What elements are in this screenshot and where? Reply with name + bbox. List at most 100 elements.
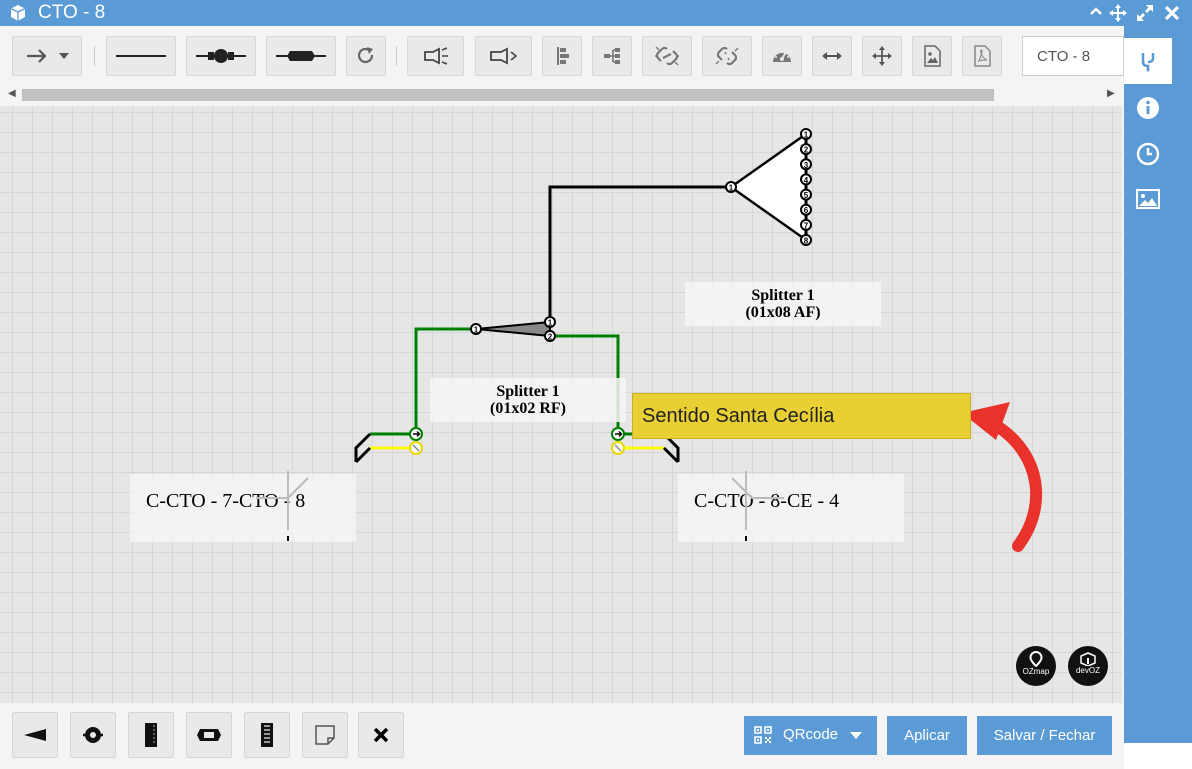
connector-tool-button[interactable] [266, 36, 336, 76]
maximize-icon[interactable] [1135, 3, 1155, 23]
delete-element-button[interactable] [358, 712, 404, 758]
horizontal-arrows-icon [822, 52, 842, 60]
cable-left-end[interactable] [354, 432, 372, 464]
map-pin-icon [1029, 650, 1043, 668]
cable-tool-icon [143, 723, 159, 747]
splitter-af-output-number: 6 [804, 206, 809, 215]
splitter-af-output-number: 4 [804, 176, 809, 185]
info-icon[interactable] [1136, 96, 1160, 120]
speedometer-button[interactable] [762, 36, 802, 76]
cable-left-stub-icon [256, 471, 309, 541]
power-meter-button[interactable] [475, 36, 532, 76]
link-button[interactable] [642, 36, 692, 76]
ozmap-logo-text: OZmap [1022, 667, 1050, 676]
add-closure-button[interactable] [70, 712, 116, 758]
ozmap-logo: OZmap [1016, 646, 1056, 686]
annotation-arrow [994, 422, 1043, 552]
splitter-rf-label[interactable]: Splitter 1 (01x02 RF) [430, 378, 626, 422]
bottom-toolbar: QRcode Aplicar Salvar / Fechar [0, 703, 1124, 769]
sticky-note[interactable]: Sentido Santa Cecília [632, 393, 971, 439]
splitter-tool-icon [24, 729, 46, 741]
cto-name-input[interactable] [1022, 36, 1124, 76]
splitter-af-output-number: 8 [804, 237, 809, 246]
splitter-af-input-number: 1 [729, 184, 734, 193]
splitter-rf-name: Splitter 1 [496, 383, 560, 400]
minimize-icon[interactable] [1086, 3, 1106, 23]
scrollbar-thumb[interactable] [22, 89, 994, 101]
unlink-icon [715, 46, 739, 66]
move-icon [872, 46, 892, 66]
qrcode-button[interactable]: QRcode [744, 716, 877, 755]
align-tree-button[interactable] [592, 36, 632, 76]
qrcode-icon [754, 726, 772, 744]
scroll-left-icon[interactable]: ◀ [8, 88, 16, 99]
add-connector-button[interactable] [186, 712, 232, 758]
splitter-af-label[interactable]: Splitter 1 (01x08 AF) [685, 282, 881, 326]
qrcode-label: QRcode [783, 726, 839, 743]
editor-content: ◀ ▶ 1 2 3 4 5 6 7 8 1 1 1 [0, 26, 1124, 769]
connector-icon [276, 51, 326, 61]
export-image-button[interactable] [912, 36, 952, 76]
splitter-af-name: Splitter 1 [751, 287, 815, 304]
link-icon [655, 46, 679, 66]
splitter-af-body[interactable] [728, 131, 808, 243]
clock-icon[interactable] [1136, 142, 1160, 166]
sticky-note-text: Sentido Santa Cecília [642, 405, 835, 427]
main-toolbar [0, 26, 1124, 84]
redo-button[interactable] [346, 36, 386, 76]
cube-logo-icon [1080, 652, 1096, 667]
window-title: CTO - 8 [38, 2, 106, 23]
chevron-down-icon [850, 732, 862, 739]
devoz-logo: devOZ [1068, 646, 1108, 686]
cube-icon [10, 5, 26, 21]
picture-icon[interactable] [1136, 187, 1160, 211]
redo-icon [357, 47, 374, 64]
cable-right-stub-icon [731, 471, 784, 541]
splitter-af-output-number: 1 [804, 131, 809, 140]
splitter-rf-body[interactable] [475, 320, 551, 338]
save-close-button[interactable]: Salvar / Fechar [977, 716, 1112, 755]
splitter-rf-output-number-1: 1 [548, 319, 553, 328]
align-left-button[interactable] [542, 36, 582, 76]
tab-fibers[interactable] [1124, 38, 1172, 84]
splitter-af-output-number: 7 [804, 221, 809, 230]
splitter-rf-input-number: 1 [474, 326, 479, 335]
add-note-button[interactable] [302, 712, 348, 758]
fiber-branch-icon [1141, 53, 1155, 72]
select-tool-button[interactable] [12, 36, 82, 76]
close-window-icon[interactable] [1162, 3, 1182, 23]
speedometer-icon [773, 49, 791, 62]
title-bar: CTO - 8 [0, 0, 1192, 26]
image-icon [924, 45, 941, 67]
move-button[interactable] [862, 36, 902, 76]
arrow-select-icon [27, 49, 69, 63]
splice-tool-button[interactable] [186, 36, 256, 76]
splitter-af-output-number: 5 [804, 191, 809, 200]
scroll-right-icon[interactable]: ▶ [1107, 88, 1115, 99]
toolbar-separator [396, 46, 397, 66]
splitter-af-output-number: 2 [804, 146, 809, 155]
move-window-icon[interactable] [1108, 3, 1128, 23]
apply-button[interactable]: Aplicar [887, 716, 967, 755]
light-source-button[interactable] [407, 36, 464, 76]
dio-tool-icon [261, 723, 273, 747]
diagram-canvas[interactable]: 1 2 3 4 5 6 7 8 1 1 1 2 Splitter 1 (01x08 AF) S… [0, 106, 1122, 703]
unlink-button[interactable] [702, 36, 752, 76]
cto-editor-window: CTO - 8 CTO - 8 ◀ ▶ 1 2 3 4 5 6 7 8 1 1 … [0, 0, 1192, 769]
line-tool-button[interactable] [106, 36, 176, 76]
resize-horizontal-button[interactable] [812, 36, 852, 76]
splitter-af-type: (01x08 AF) [745, 304, 821, 321]
align-left-icon [557, 47, 569, 65]
horizontal-scrollbar[interactable]: ◀ ▶ [0, 84, 1124, 106]
pdf-icon [974, 45, 991, 67]
add-dio-button[interactable] [244, 712, 290, 758]
light-source-icon [423, 47, 448, 65]
splitter-rf-output-number-2: 2 [548, 333, 553, 342]
add-splitter-button[interactable] [12, 712, 58, 758]
right-sidebar [1124, 26, 1192, 743]
devoz-logo-text: devOZ [1075, 666, 1100, 675]
closure-tool-icon [83, 727, 103, 743]
add-cable-button[interactable] [128, 712, 174, 758]
splitter-af-output-number: 3 [804, 161, 809, 170]
export-pdf-button[interactable] [962, 36, 1002, 76]
